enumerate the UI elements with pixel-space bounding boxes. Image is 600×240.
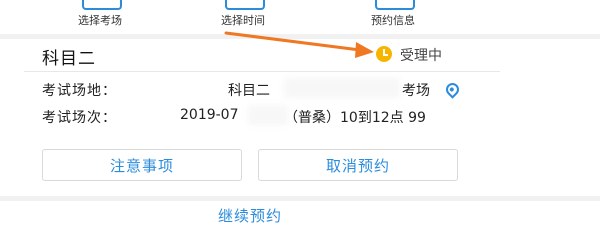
clock-icon (376, 46, 392, 62)
calendar-step-icon (225, 0, 265, 10)
subject-title: 科目二 (42, 49, 96, 69)
card-divider (24, 71, 500, 72)
appointment-page: 选择考场 选择时间 预约信息 科目二 受理中 考试场地： 科目二 考场 考试场次… (0, 0, 600, 240)
session-value-start: 2019-07 (180, 107, 239, 123)
step-appointment-info[interactable]: 预约信息 (353, 0, 433, 34)
step-label: 预约信息 (371, 14, 415, 27)
step-label: 选择时间 (221, 14, 265, 27)
section-divider (0, 34, 600, 39)
step-select-time[interactable]: 选择时间 (203, 0, 283, 34)
info-step-icon (375, 0, 415, 10)
venue-value-end: 考场 (402, 83, 430, 99)
session-value-end: （普桑）10到12点 99 (284, 110, 426, 126)
venue-value-start: 科目二 (228, 83, 270, 99)
cancel-appointment-button[interactable]: 取消预约 (258, 149, 458, 181)
location-pin-icon[interactable] (443, 80, 462, 99)
continue-booking-link[interactable]: 继续预约 (0, 205, 500, 226)
notice-button[interactable]: 注意事项 (42, 149, 242, 181)
status-text: 受理中 (400, 48, 442, 64)
step-tabs: 选择考场 选择时间 预约信息 (0, 0, 600, 34)
venue-label: 考试场地： (42, 83, 117, 99)
venue-step-icon (82, 0, 122, 10)
redaction-blur (248, 105, 288, 125)
section-divider (0, 196, 600, 201)
redaction-blur (284, 78, 400, 98)
step-select-venue[interactable]: 选择考场 (60, 0, 140, 34)
step-label: 选择考场 (78, 14, 122, 27)
session-label: 考试场次： (42, 110, 117, 126)
